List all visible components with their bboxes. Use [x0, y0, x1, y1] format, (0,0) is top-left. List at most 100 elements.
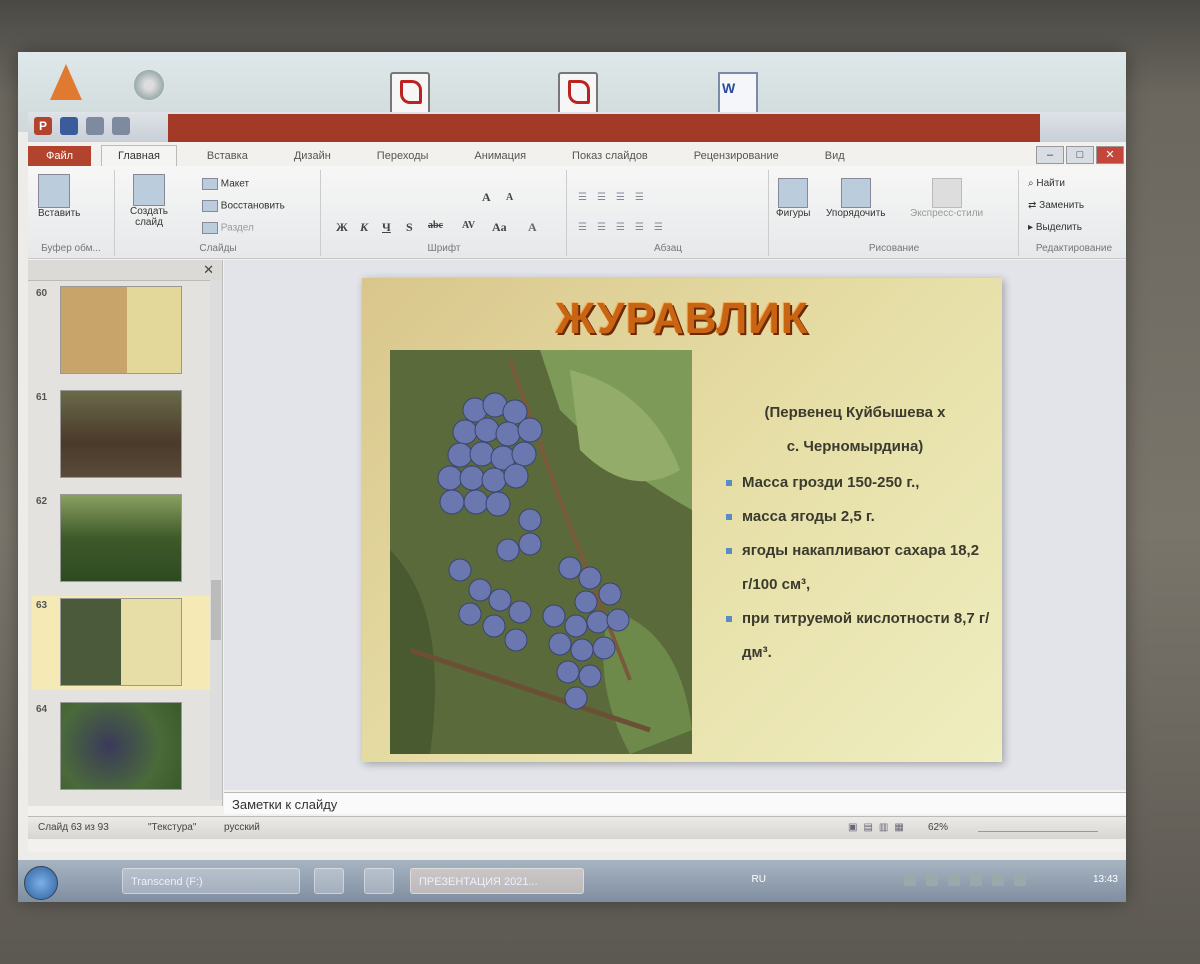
thumbnail-number: 62	[36, 496, 48, 507]
reset-icon	[202, 200, 218, 212]
change-case-button[interactable]: Aa	[492, 220, 507, 235]
arrange-button[interactable]: Упорядочить	[826, 178, 886, 219]
section-label: Раздел	[220, 222, 254, 234]
quick-styles-button[interactable]: Экспресс-стили	[910, 178, 983, 219]
grape-cluster-image	[390, 350, 692, 754]
powerpoint-window: P – □ ✕ Файл Главная Вставка Дизайн Пере…	[28, 112, 1126, 852]
font-group: Ж К Ч S abc AV Aa A A A Шрифт	[322, 170, 567, 256]
paste-icon	[38, 174, 70, 208]
scrollbar-thumb[interactable]	[211, 580, 221, 640]
strikethrough-button[interactable]: abc	[428, 220, 443, 231]
align-buttons[interactable]: ☰☰☰☰☰	[578, 222, 673, 233]
thumbnail-61[interactable]: 61	[32, 388, 218, 482]
find-button[interactable]: ⌕ Найти	[1028, 178, 1065, 189]
undo-icon[interactable]	[86, 117, 104, 135]
editing-group-label: Редактирование	[1035, 243, 1113, 254]
paste-button[interactable]: Вставить	[38, 174, 80, 219]
monitor-icon[interactable]	[948, 874, 960, 886]
spacing-button[interactable]: AV	[462, 220, 475, 231]
new-slide-icon	[133, 174, 165, 206]
italic-button[interactable]: К	[360, 220, 368, 235]
status-bar: Слайд 63 из 93 "Текстура" русский ▣▤▥▦ 6…	[28, 816, 1126, 839]
bluetooth-icon[interactable]	[992, 874, 1004, 886]
tab-review[interactable]: Рецензирование	[678, 146, 795, 166]
clock[interactable]: 13:43	[1093, 874, 1118, 885]
zoom-level[interactable]: 62%	[928, 822, 948, 833]
ribbon: Вставить Буфер обм... Создать слайд Маке…	[28, 166, 1126, 259]
thumbnail-62[interactable]: 62	[32, 492, 218, 586]
thumbnail-image	[60, 286, 182, 374]
thumbnail-60[interactable]: 60	[32, 284, 218, 378]
grape-photo[interactable]	[390, 350, 692, 754]
drawing-group-label: Рисование	[868, 243, 920, 254]
select-button[interactable]: ▸ Выделить	[1028, 222, 1082, 233]
paragraph-group: ☰☰☰☰ ☰☰☰☰☰ Абзац	[568, 170, 769, 256]
layout-button[interactable]: Макет	[202, 178, 249, 190]
shadow-button[interactable]: S	[406, 220, 413, 235]
tab-slideshow[interactable]: Показ слайдов	[556, 146, 664, 166]
start-button[interactable]	[24, 866, 58, 900]
theme-name[interactable]: "Текстура"	[148, 822, 196, 833]
language-bar[interactable]: RU	[752, 874, 766, 885]
taskbar-explorer[interactable]: Transcend (F:)	[122, 868, 300, 894]
flag-icon[interactable]	[926, 874, 938, 886]
thumbnail-number: 64	[36, 704, 48, 715]
reset-button[interactable]: Восстановить	[202, 200, 285, 212]
section-button[interactable]: Раздел	[202, 222, 254, 234]
thumbnail-number: 61	[36, 392, 48, 403]
volume-icon[interactable]	[970, 874, 982, 886]
list-buttons[interactable]: ☰☰☰☰	[578, 192, 654, 203]
power-icon[interactable]	[1014, 874, 1026, 886]
thumbnails-scrollbar[interactable]	[210, 280, 222, 800]
language-indicator[interactable]: русский	[224, 822, 260, 833]
quick-access-toolbar: P	[34, 117, 130, 135]
shapes-button[interactable]: Фигуры	[776, 178, 810, 219]
cone-icon[interactable]	[50, 64, 82, 100]
bullet-cluster-mass: Масса грозди 150-250 г.,	[720, 466, 990, 500]
taskbar-powerpoint[interactable]: ПРЕЗЕНТАЦИЯ 2021...	[410, 868, 584, 894]
bold-button[interactable]: Ж	[336, 220, 348, 235]
tab-view[interactable]: Вид	[809, 146, 861, 166]
slides-group-label: Слайды	[199, 243, 237, 254]
tab-animation[interactable]: Анимация	[458, 146, 542, 166]
slides-group: Создать слайд Макет Восстановить Раздел …	[116, 170, 321, 256]
shrink-font-button[interactable]: A	[506, 192, 513, 203]
tab-insert[interactable]: Вставка	[191, 146, 264, 166]
bullet-sugar: ягоды накапливают сахара 18,2 г/100 см³,	[720, 534, 990, 602]
replace-button[interactable]: ⇄ Заменить	[1028, 200, 1084, 211]
ribbon-tabs: Файл Главная Вставка Дизайн Переходы Ани…	[28, 142, 1126, 166]
new-slide-label2: слайд	[135, 217, 163, 228]
save-icon[interactable]	[60, 117, 78, 135]
notes-field[interactable]: Заметки к слайду	[224, 792, 1126, 814]
network-icon[interactable]	[904, 874, 916, 886]
view-buttons[interactable]: ▣▤▥▦	[848, 822, 910, 833]
close-pane-icon[interactable]: ✕	[203, 262, 214, 278]
thumbnail-63[interactable]: 63	[32, 596, 218, 690]
tab-design[interactable]: Дизайн	[278, 146, 347, 166]
font-color-button[interactable]: A	[528, 220, 537, 235]
taskbar-chrome-icon[interactable]	[364, 868, 394, 894]
tab-home[interactable]: Главная	[101, 145, 177, 166]
thumbnail-64[interactable]: 64	[32, 700, 218, 794]
tab-transitions[interactable]: Переходы	[361, 146, 445, 166]
underline-button[interactable]: Ч	[382, 220, 391, 235]
zoom-slider[interactable]	[978, 823, 1098, 832]
slide-thumbnails-pane: ✕ 60 61 62 63 64	[28, 260, 223, 806]
tab-file[interactable]: Файл	[28, 146, 92, 166]
disk-icon[interactable]	[134, 70, 164, 100]
tray-icons	[904, 874, 1026, 886]
slide-bullets: Масса грозди 150-250 г., масса ягоды 2,5…	[720, 466, 990, 670]
section-icon	[202, 222, 218, 234]
new-slide-button[interactable]: Создать слайд	[130, 174, 168, 228]
grow-font-button[interactable]: A	[482, 190, 491, 205]
redo-icon[interactable]	[112, 117, 130, 135]
taskbar-media-icon[interactable]	[314, 868, 344, 894]
slide-text-box[interactable]: (Первенец Куйбышева х с. Черномырдина) М…	[720, 396, 990, 670]
arrange-icon	[840, 178, 871, 208]
layout-icon	[202, 178, 218, 190]
paragraph-group-label: Абзац	[653, 243, 683, 254]
arrange-label: Упорядочить	[826, 208, 886, 219]
current-slide[interactable]: ЖУРАВЛИК (Первенец Куйбышева х с. Черном…	[362, 278, 1002, 762]
slide-title[interactable]: ЖУРАВЛИК	[362, 294, 1002, 344]
new-slide-label: Создать	[130, 206, 169, 217]
